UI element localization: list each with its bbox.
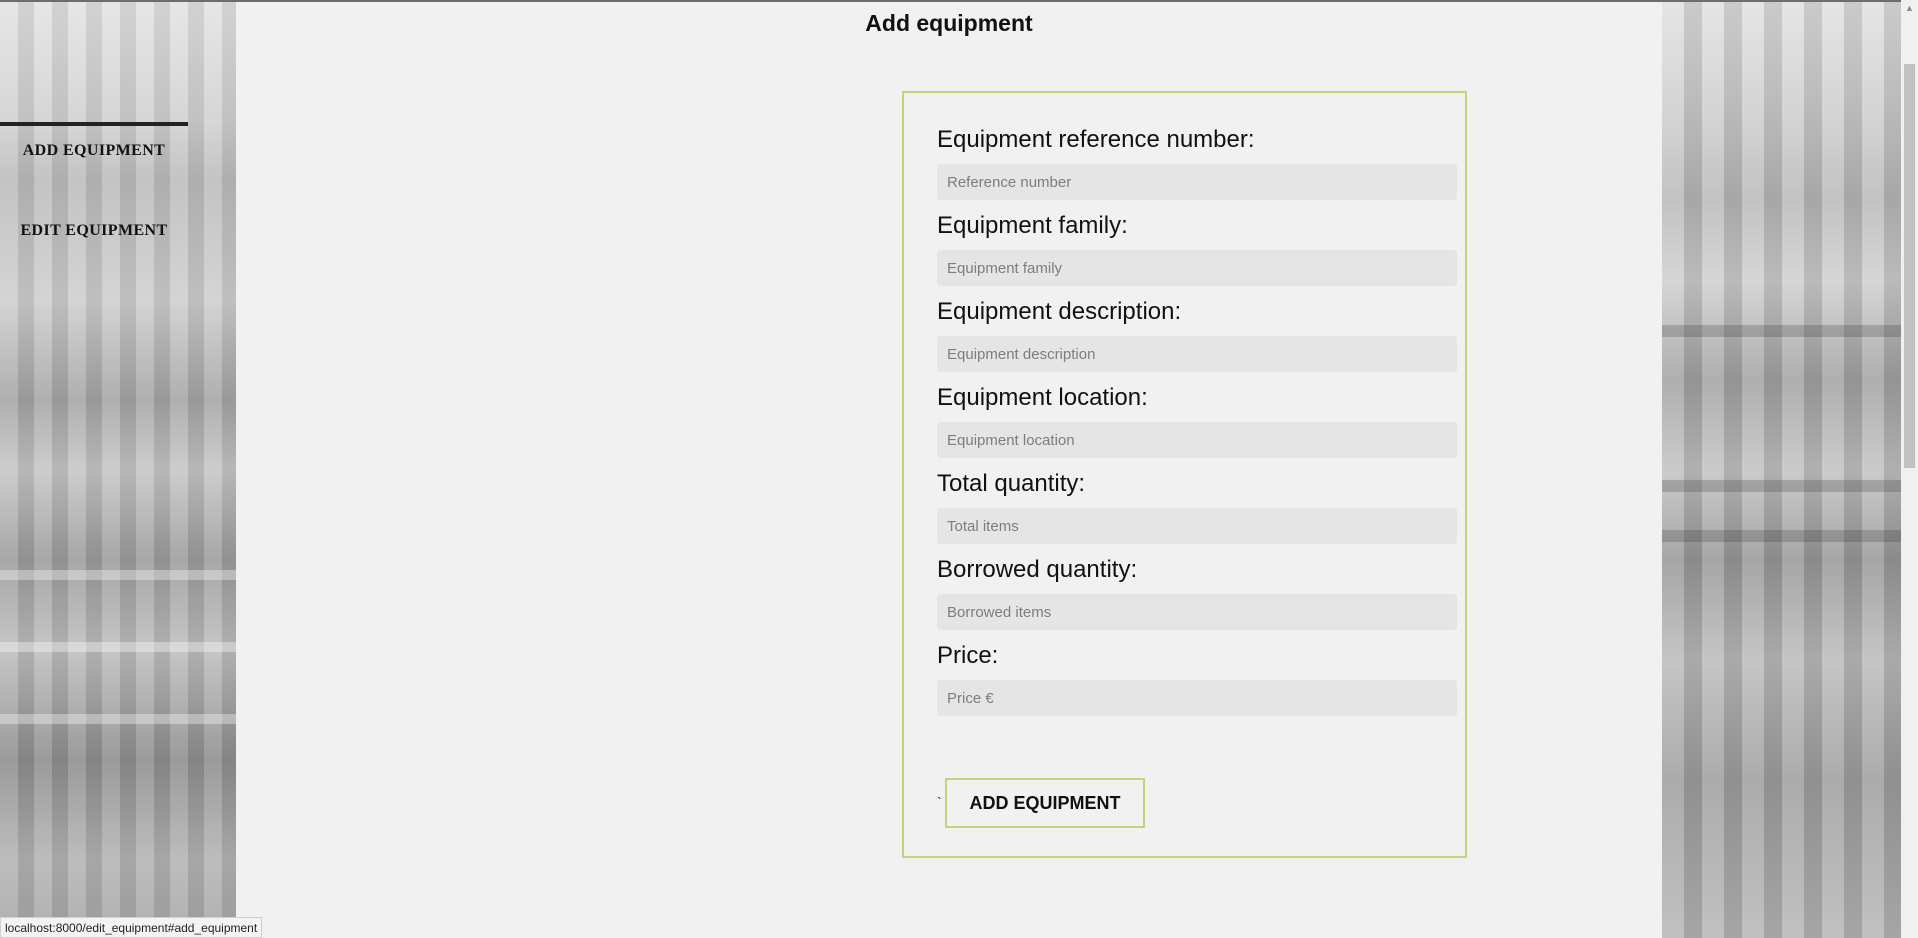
nav-active-indicator (0, 122, 188, 126)
page-title: Add equipment (865, 10, 1033, 36)
nav-item-add-equipment[interactable]: ADD EQUIPMENT (0, 142, 188, 160)
background-image-left (0, 0, 236, 938)
scroll-up-arrow-icon[interactable]: ▲ (1901, 0, 1918, 17)
stray-backtick: ` (937, 794, 942, 810)
equipment-family-label: Equipment family: (937, 212, 1128, 239)
add-equipment-form: Equipment reference number: Equipment fa… (902, 91, 1467, 858)
total-quantity-input[interactable] (937, 508, 1457, 544)
background-detail (1662, 480, 1918, 492)
background-image-right (1662, 0, 1918, 938)
nav-item-edit-equipment[interactable]: EDIT EQUIPMENT (0, 222, 188, 240)
reference-number-input[interactable] (937, 164, 1457, 200)
equipment-description-label: Equipment description: (937, 298, 1182, 325)
price-input[interactable] (937, 680, 1457, 716)
scrollbar-thumb[interactable] (1904, 64, 1915, 468)
borrowed-quantity-input[interactable] (937, 594, 1457, 630)
equipment-location-label: Equipment location: (937, 384, 1148, 411)
borrowed-quantity-label: Borrowed quantity: (937, 556, 1138, 583)
background-detail (1662, 530, 1918, 542)
add-equipment-button[interactable]: ADD EQUIPMENT (945, 778, 1145, 828)
main-content: Add equipment Equipment reference number… (236, 2, 1662, 938)
equipment-family-input[interactable] (937, 250, 1457, 286)
status-bar-url: localhost:8000/edit_equipment#add_equipm… (0, 917, 262, 938)
background-detail (1662, 325, 1918, 337)
equipment-location-input[interactable] (937, 422, 1457, 458)
background-detail (0, 714, 236, 724)
price-label: Price: (937, 642, 999, 669)
reference-number-label: Equipment reference number: (937, 126, 1255, 153)
total-quantity-label: Total quantity: (937, 470, 1086, 497)
background-detail (0, 642, 236, 652)
equipment-description-input[interactable] (937, 336, 1457, 372)
background-detail (0, 570, 236, 580)
